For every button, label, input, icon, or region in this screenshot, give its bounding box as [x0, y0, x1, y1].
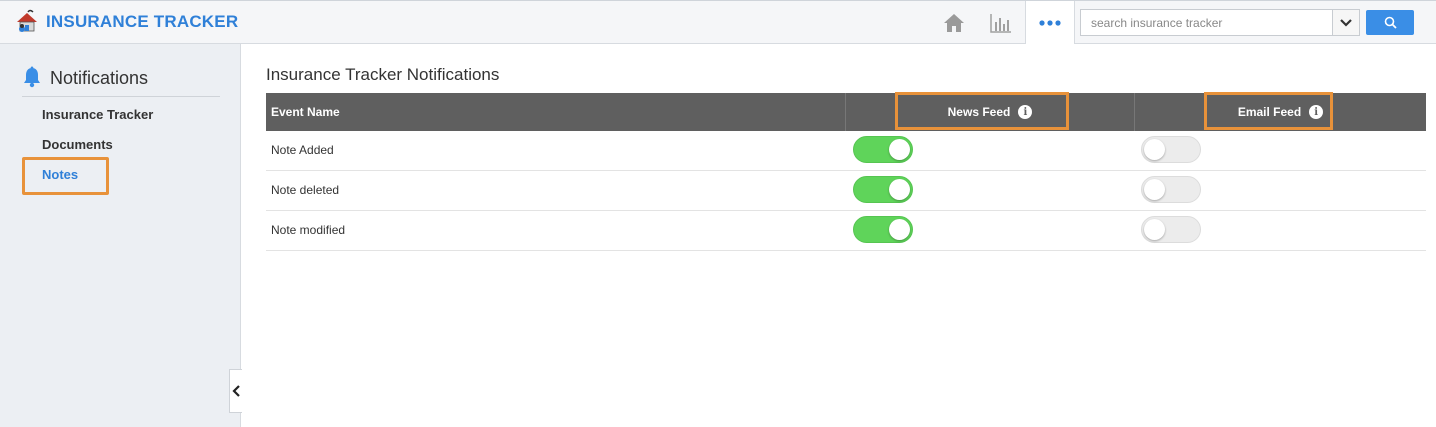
home-icon[interactable] — [938, 7, 970, 39]
top-bar: INSURANCE TRACKER — [0, 0, 1436, 44]
sidebar: Notifications Insurance Tracker Document… — [0, 44, 242, 427]
notes-highlight-box — [22, 157, 109, 195]
search-dropdown-button[interactable] — [1332, 10, 1359, 35]
email-feed-highlight-box — [1204, 92, 1333, 130]
page-title: Insurance Tracker Notifications — [266, 65, 500, 84]
header-event-name: Event Name — [271, 105, 340, 119]
sidebar-item-insurance-tracker[interactable]: Insurance Tracker — [42, 107, 153, 122]
table-row: Note modified — [266, 211, 1426, 251]
sidebar-title: Notifications — [50, 68, 149, 88]
event-name: Note Added — [271, 143, 334, 157]
more-dots-icon — [1039, 19, 1061, 26]
brand[interactable]: INSURANCE TRACKER — [14, 8, 238, 36]
email-feed-toggle[interactable] — [1141, 216, 1201, 243]
search-input[interactable] — [1081, 10, 1332, 35]
chevron-down-icon — [1340, 18, 1352, 27]
news-feed-toggle[interactable] — [853, 176, 913, 203]
sidebar-collapse-button[interactable] — [229, 369, 242, 413]
news-feed-toggle[interactable] — [853, 216, 913, 243]
insurance-logo-icon — [17, 9, 37, 32]
event-name: Note deleted — [271, 183, 340, 197]
app-title: INSURANCE TRACKER — [46, 12, 239, 31]
sidebar-item-documents[interactable]: Documents — [42, 137, 113, 152]
bell-icon — [24, 66, 40, 88]
email-feed-toggle[interactable] — [1141, 136, 1201, 163]
event-name: Note modified — [271, 223, 346, 237]
bar-chart-icon[interactable] — [985, 7, 1017, 39]
search-icon — [1384, 16, 1397, 29]
table-row: Note Added — [266, 131, 1426, 171]
chevron-left-icon — [232, 385, 240, 397]
table-row: Note deleted — [266, 171, 1426, 211]
search-box — [1080, 9, 1360, 36]
more-menu-button[interactable] — [1025, 1, 1075, 44]
email-feed-toggle[interactable] — [1141, 176, 1201, 203]
sidebar-header: Notifications — [22, 66, 220, 97]
news-feed-highlight-box — [895, 92, 1069, 130]
news-feed-toggle[interactable] — [853, 136, 913, 163]
main-content: Insurance Tracker Notifications Event Na… — [242, 44, 1436, 427]
search-button[interactable] — [1366, 10, 1414, 35]
